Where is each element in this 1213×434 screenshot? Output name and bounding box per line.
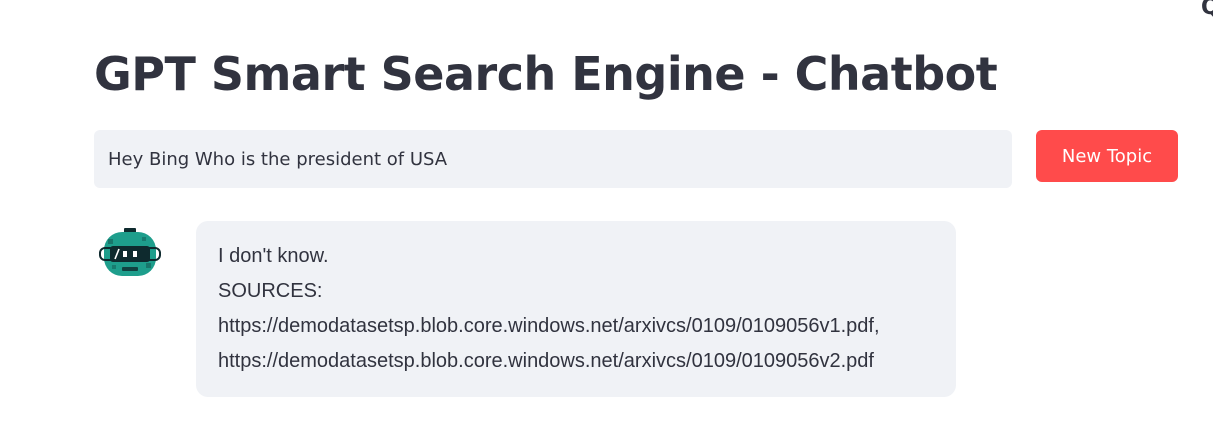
new-topic-button[interactable]: New Topic xyxy=(1036,130,1178,182)
robot-avatar-icon xyxy=(98,225,162,281)
assistant-message: I don't know. SOURCES: https://demodatas… xyxy=(196,221,956,397)
source-link-2: https://demodatasetsp.blob.core.windows.… xyxy=(218,350,874,372)
page-title: GPT Smart Search Engine - Chatbot xyxy=(94,47,998,101)
message-text-line: I don't know. xyxy=(218,245,329,267)
chat-query-input[interactable] xyxy=(94,130,1012,188)
message-sources-label: SOURCES: xyxy=(218,280,323,302)
source-link-1: https://demodatasetsp.blob.core.windows.… xyxy=(218,315,880,337)
corner-search-icon[interactable]: Q xyxy=(1199,0,1213,18)
corner-glyph-text: Q xyxy=(1201,0,1213,18)
